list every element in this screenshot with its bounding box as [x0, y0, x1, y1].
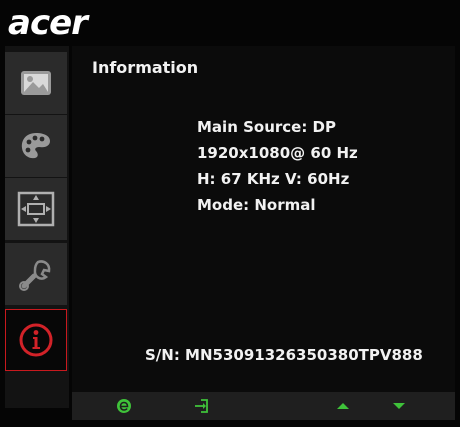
sidebar-item-color[interactable] — [5, 115, 67, 177]
picture-icon — [19, 68, 53, 98]
page-title: Information — [92, 58, 199, 77]
info-panel — [72, 46, 455, 392]
mode-value: Mode: Normal — [197, 196, 316, 214]
up-button[interactable] — [332, 397, 354, 415]
sidebar-item-position[interactable] — [5, 178, 67, 240]
down-arrow-icon — [392, 401, 406, 411]
position-icon — [17, 191, 55, 227]
resolution-value: 1920x1080@ 60 Hz — [197, 144, 358, 162]
sidebar-item-information[interactable] — [5, 309, 67, 371]
empowering-e-icon — [116, 398, 132, 414]
frequency-value: H: 67 KHz V: 60Hz — [197, 170, 350, 188]
monitor-osd: acer Information Main Source: DP 1920x10… — [0, 0, 460, 427]
sidebar-item-settings[interactable] — [5, 243, 67, 305]
enter-button[interactable] — [190, 397, 212, 415]
empowering-button[interactable] — [113, 397, 135, 415]
sidebar-item-picture[interactable] — [5, 52, 67, 114]
enter-icon — [193, 398, 209, 414]
palette-icon — [19, 130, 53, 162]
down-button[interactable] — [388, 397, 410, 415]
acer-logo: acer — [8, 3, 88, 43]
info-list: Main Source: DP 1920x1080@ 60 Hz H: 67 K… — [197, 114, 358, 218]
main-source-value: Main Source: DP — [197, 118, 337, 136]
wrench-icon — [18, 256, 54, 292]
serial-number: S/N: MN53091326350380TPV888 — [145, 346, 423, 364]
up-arrow-icon — [336, 401, 350, 411]
info-icon — [18, 322, 54, 358]
